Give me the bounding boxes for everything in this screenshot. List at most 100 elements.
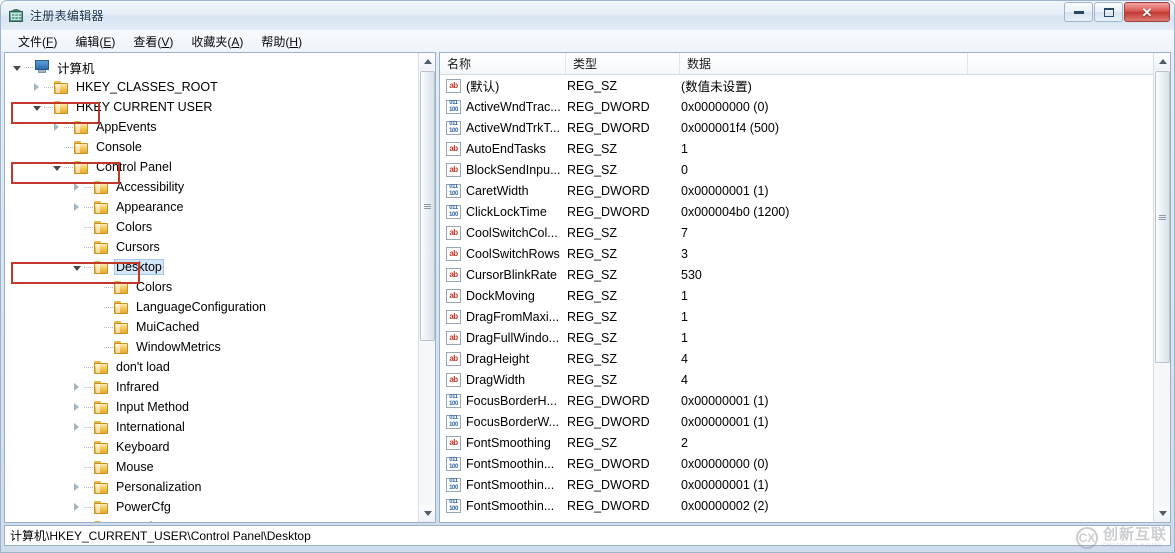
menu-item-4[interactable]: 收藏夹(A)	[182, 31, 252, 52]
tree-scroll-up-button[interactable]	[419, 53, 436, 70]
registry-values-list[interactable]: ab(默认)REG_SZ(数值未设置)011100ActiveWndTrac..…	[440, 75, 1153, 522]
minimize-button[interactable]	[1064, 2, 1093, 22]
list-row[interactable]: 011100ActiveWndTrkT...REG_DWORD0x000001f…	[440, 117, 1153, 138]
value-data-cell: 0x00000001 (1)	[680, 478, 1153, 492]
folder-icon	[94, 421, 109, 434]
list-row[interactable]: abCoolSwitchRowsREG_SZ3	[440, 243, 1153, 264]
tree-node[interactable]: Sound	[9, 517, 417, 522]
list-row[interactable]: 011100FocusBorderW...REG_DWORD0x00000001…	[440, 411, 1153, 432]
list-row[interactable]: abAutoEndTasksREG_SZ1	[440, 138, 1153, 159]
tree-node[interactable]: don't load	[9, 357, 417, 377]
expander-closed-icon[interactable]	[69, 417, 84, 437]
list-row[interactable]: abDockMovingREG_SZ1	[440, 285, 1153, 306]
tree-node[interactable]: HKEY CURRENT USER	[9, 97, 417, 117]
list-row[interactable]: abCoolSwitchCol...REG_SZ7	[440, 222, 1153, 243]
list-row[interactable]: abDragFullWindo...REG_SZ1	[440, 327, 1153, 348]
tree-node[interactable]: Colors	[9, 277, 417, 297]
list-vertical-scrollbar[interactable]	[1153, 53, 1170, 522]
menu-item-2[interactable]: 编辑(E)	[66, 31, 124, 52]
registry-tree[interactable]: 计算机HKEY_CLASSES_ROOTHKEY CURRENT USERApp…	[5, 53, 417, 522]
tree-node[interactable]: Personalization	[9, 477, 417, 497]
tree-node[interactable]: Keyboard	[9, 437, 417, 457]
list-row[interactable]: 011100FontSmoothin...REG_DWORD0x00000000…	[440, 453, 1153, 474]
triangle-down-icon	[424, 511, 432, 516]
tree-node[interactable]: Control Panel	[9, 157, 417, 177]
tree-node[interactable]: Mouse	[9, 457, 417, 477]
menu-item-5[interactable]: 帮助(H)	[252, 31, 311, 52]
list-row[interactable]: abBlockSendInpu...REG_SZ0	[440, 159, 1153, 180]
list-scroll-thumb[interactable]	[1155, 71, 1170, 363]
list-row[interactable]: abDragWidthREG_SZ4	[440, 369, 1153, 390]
list-row[interactable]: abFontSmoothingREG_SZ2	[440, 432, 1153, 453]
value-name-cell: 011100FocusBorderH...	[440, 394, 566, 408]
tree-node[interactable]: WindowMetrics	[9, 337, 417, 357]
list-row[interactable]: 011100FontSmoothin...REG_DWORD0x00000001…	[440, 474, 1153, 495]
tree-node[interactable]: Input Method	[9, 397, 417, 417]
value-name-cell: abBlockSendInpu...	[440, 163, 566, 177]
expander-closed-icon[interactable]	[69, 197, 84, 217]
tree-node[interactable]: LanguageConfiguration	[9, 297, 417, 317]
tree-node-label: WindowMetrics	[134, 340, 223, 354]
expander-closed-icon[interactable]	[69, 517, 84, 522]
expander-closed-icon[interactable]	[69, 397, 84, 417]
close-button[interactable]: ✕	[1124, 2, 1170, 22]
expander-open-icon[interactable]	[69, 257, 84, 277]
value-name-cell: abCursorBlinkRate	[440, 268, 566, 282]
value-name: FocusBorderH...	[466, 394, 557, 408]
list-scroll-down-button[interactable]	[1154, 505, 1171, 522]
expander-closed-icon[interactable]	[69, 497, 84, 517]
value-type-cell: REG_SZ	[566, 352, 680, 366]
status-bar: 计算机\HKEY_CURRENT_USER\Control Panel\Desk…	[4, 525, 1171, 546]
tree-node[interactable]: Appearance	[9, 197, 417, 217]
column-header-name[interactable]: 名称	[440, 53, 566, 74]
tree-leaf-spacer	[69, 357, 84, 377]
expander-open-icon[interactable]	[9, 57, 24, 77]
value-type-cell: REG_SZ	[566, 163, 680, 177]
tree-node[interactable]: HKEY_CLASSES_ROOT	[9, 77, 417, 97]
tree-node[interactable]: PowerCfg	[9, 497, 417, 517]
list-row[interactable]: 011100FontSmoothin...REG_DWORD0x00000002…	[440, 495, 1153, 516]
list-row[interactable]: abCursorBlinkRateREG_SZ530	[440, 264, 1153, 285]
expander-closed-icon[interactable]	[29, 77, 44, 97]
tree-node[interactable]: Infrared	[9, 377, 417, 397]
list-row[interactable]: 011100FocusBorderH...REG_DWORD0x00000001…	[440, 390, 1153, 411]
list-row[interactable]: 011100ActiveWndTrac...REG_DWORD0x0000000…	[440, 96, 1153, 117]
menu-item-1[interactable]: 文件(F)	[9, 31, 66, 52]
tree-node[interactable]: International	[9, 417, 417, 437]
column-header-data[interactable]: 数据	[680, 53, 968, 74]
folder-icon	[94, 241, 109, 254]
maximize-restore-button[interactable]	[1094, 2, 1123, 22]
expander-open-icon[interactable]	[29, 97, 44, 117]
value-type-cell: REG_DWORD	[566, 184, 680, 198]
column-header-type[interactable]: 类型	[566, 53, 680, 74]
expander-closed-icon[interactable]	[69, 377, 84, 397]
expander-closed-icon[interactable]	[69, 177, 84, 197]
tree-node[interactable]: Desktop	[9, 257, 417, 277]
expander-closed-icon[interactable]	[49, 117, 64, 137]
menu-item-3[interactable]: 查看(V)	[124, 31, 182, 52]
grip-icon	[424, 204, 431, 209]
tree-leaf-spacer	[69, 217, 84, 237]
list-row[interactable]: ab(默认)REG_SZ(数值未设置)	[440, 75, 1153, 96]
tree-scroll-thumb[interactable]	[420, 71, 435, 341]
tree-vertical-scrollbar[interactable]	[418, 53, 435, 522]
list-row[interactable]: 011100CaretWidthREG_DWORD0x00000001 (1)	[440, 180, 1153, 201]
tree-node[interactable]: Console	[9, 137, 417, 157]
value-type-cell: REG_SZ	[566, 310, 680, 324]
tree-node-label: Sound	[114, 520, 154, 522]
tree-node[interactable]: MuiCached	[9, 317, 417, 337]
list-row[interactable]: 011100ClickLockTimeREG_DWORD0x000004b0 (…	[440, 201, 1153, 222]
tree-node[interactable]: AppEvents	[9, 117, 417, 137]
expander-closed-icon[interactable]	[69, 477, 84, 497]
tree-scroll-down-button[interactable]	[419, 505, 436, 522]
tree-node[interactable]: 计算机	[9, 57, 417, 77]
value-data-cell: 1	[680, 142, 1153, 156]
list-scroll-up-button[interactable]	[1154, 53, 1171, 70]
expander-open-icon[interactable]	[49, 157, 64, 177]
list-row[interactable]: abDragHeightREG_SZ4	[440, 348, 1153, 369]
tree-node[interactable]: Colors	[9, 217, 417, 237]
tree-node[interactable]: Cursors	[9, 237, 417, 257]
list-row[interactable]: abDragFromMaxi...REG_SZ1	[440, 306, 1153, 327]
tree-node[interactable]: Accessibility	[9, 177, 417, 197]
tree-node-label: Accessibility	[114, 180, 186, 194]
